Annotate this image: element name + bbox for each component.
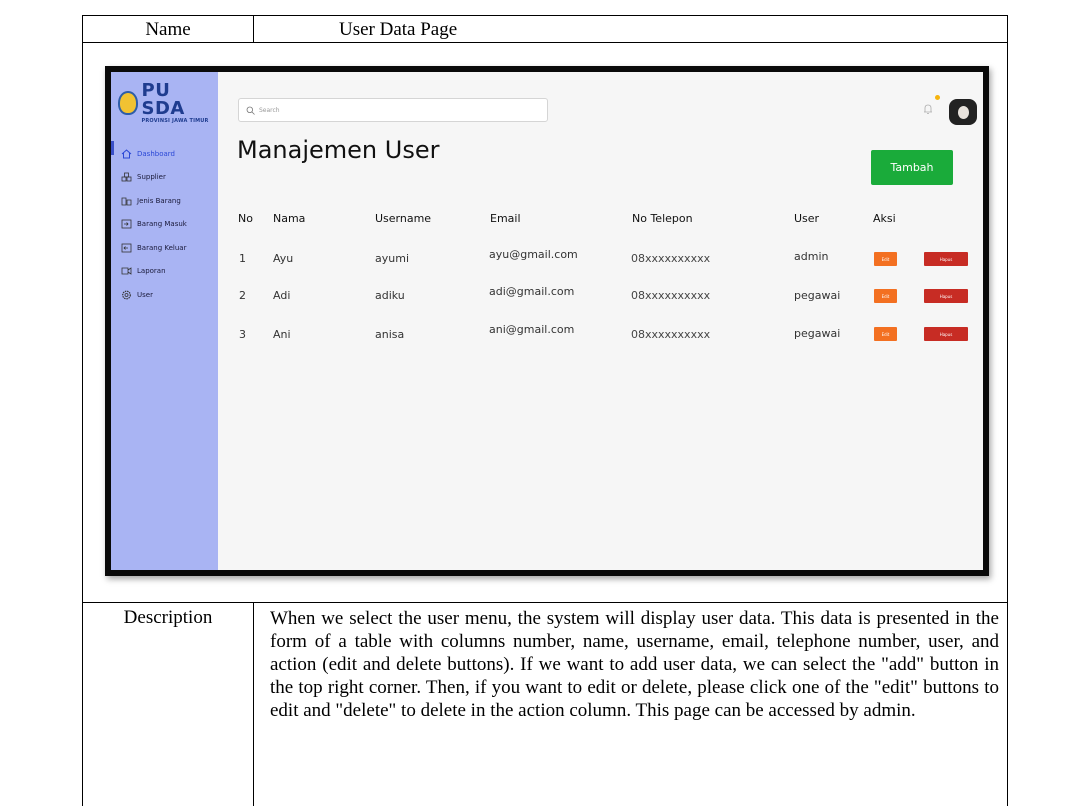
sidebar-item-user[interactable]: User	[121, 283, 187, 307]
col-header-nama: Nama	[273, 212, 306, 225]
delete-button[interactable]: Hapus	[924, 327, 968, 341]
delete-button[interactable]: Hapus	[924, 289, 968, 303]
logo-subtext: PROVINSI JAWA TIMUR	[141, 118, 209, 124]
sidebar-item-label: Laporan	[137, 267, 166, 276]
edit-button[interactable]: Edit	[874, 327, 897, 341]
cell-username: anisa	[375, 328, 405, 341]
sidebar-item-laporan[interactable]: Laporan	[121, 260, 187, 284]
sidebar-nav: Dashboard Supplier Jenis Barang Barang M…	[121, 142, 187, 307]
sidebar-item-supplier[interactable]: Supplier	[121, 166, 187, 190]
cell-email: ayu@gmail.com	[489, 248, 578, 261]
gear-icon	[121, 290, 132, 300]
document-table: Name User Data Page PU SDA PROVINSI JAWA…	[82, 15, 1008, 806]
add-user-button[interactable]: Tambah	[871, 150, 953, 185]
notification-dot	[935, 95, 940, 100]
cell-nama: Adi	[273, 289, 291, 302]
sidebar-item-label: Jenis Barang	[137, 196, 181, 205]
screenshot-row: PU SDA PROVINSI JAWA TIMUR Dashboard Sup…	[83, 43, 1007, 603]
supplier-icon	[121, 172, 132, 182]
cell-user: pegawai	[794, 327, 841, 340]
sidebar-item-barang-masuk[interactable]: Barang Masuk	[121, 213, 187, 237]
cell-user: pegawai	[794, 289, 841, 302]
delete-button[interactable]: Hapus	[924, 252, 968, 266]
cell-username: ayumi	[375, 252, 409, 265]
description-row: Description When we select the user menu…	[83, 603, 1007, 806]
col-header-aksi: Aksi	[873, 212, 896, 225]
cell-telepon: 08xxxxxxxxxx	[631, 252, 711, 265]
description-label: Description	[83, 603, 254, 806]
name-value: User Data Page	[339, 19, 458, 40]
cell-user: admin	[794, 250, 829, 263]
page-title: Manajemen User	[237, 136, 440, 164]
cell-telepon: 08xxxxxxxxxx	[631, 289, 711, 302]
cell-no: 1	[239, 252, 246, 265]
description-text: When we select the user menu, the system…	[254, 603, 1007, 806]
report-icon	[121, 266, 132, 276]
description-body: When we select the user menu, the system…	[270, 608, 999, 721]
sidebar-item-label: Dashboard	[137, 149, 175, 158]
col-header-no: No	[238, 212, 253, 225]
item-type-icon	[121, 196, 132, 206]
cell-no: 3	[239, 328, 246, 341]
name-row: Name User Data Page	[83, 16, 1007, 43]
sidebar-item-dashboard[interactable]: Dashboard	[121, 142, 187, 166]
cell-email: adi@gmail.com	[489, 285, 575, 298]
sidebar-item-label: Barang Keluar	[137, 243, 187, 252]
cell-telepon: 08xxxxxxxxxx	[631, 328, 711, 341]
sidebar-item-label: User	[137, 290, 153, 299]
edit-button[interactable]: Edit	[874, 289, 897, 303]
bell-icon[interactable]	[923, 103, 933, 115]
cell-username: adiku	[375, 289, 405, 302]
cell-nama: Ani	[273, 328, 291, 341]
active-indicator	[111, 141, 114, 155]
logo-text: PU SDA	[141, 80, 185, 119]
home-icon	[121, 149, 132, 159]
sidebar-item-label: Supplier	[137, 173, 166, 182]
search-placeholder: Search	[259, 106, 280, 114]
search-icon	[246, 106, 255, 115]
cell-nama: Ayu	[273, 252, 294, 265]
name-label: Name	[83, 16, 254, 42]
col-header-user: User	[794, 212, 820, 225]
col-header-email: Email	[490, 212, 521, 225]
cell-no: 2	[239, 289, 246, 302]
logo: PU SDA PROVINSI JAWA TIMUR	[118, 82, 218, 124]
outbound-icon	[121, 243, 132, 253]
inbound-icon	[121, 219, 132, 229]
sidebar: PU SDA PROVINSI JAWA TIMUR Dashboard Sup…	[111, 72, 218, 570]
sidebar-item-jenis-barang[interactable]: Jenis Barang	[121, 189, 187, 213]
edit-button[interactable]: Edit	[874, 252, 897, 266]
cell-email: ani@gmail.com	[489, 323, 575, 336]
col-header-telepon: No Telepon	[632, 212, 693, 225]
search-input[interactable]: Search	[238, 98, 548, 122]
sidebar-item-label: Barang Masuk	[137, 220, 187, 229]
emblem-icon	[118, 91, 138, 115]
col-header-username: Username	[375, 212, 432, 225]
avatar[interactable]	[949, 99, 977, 125]
app-screenshot: PU SDA PROVINSI JAWA TIMUR Dashboard Sup…	[105, 66, 989, 576]
sidebar-item-barang-keluar[interactable]: Barang Keluar	[121, 236, 187, 260]
